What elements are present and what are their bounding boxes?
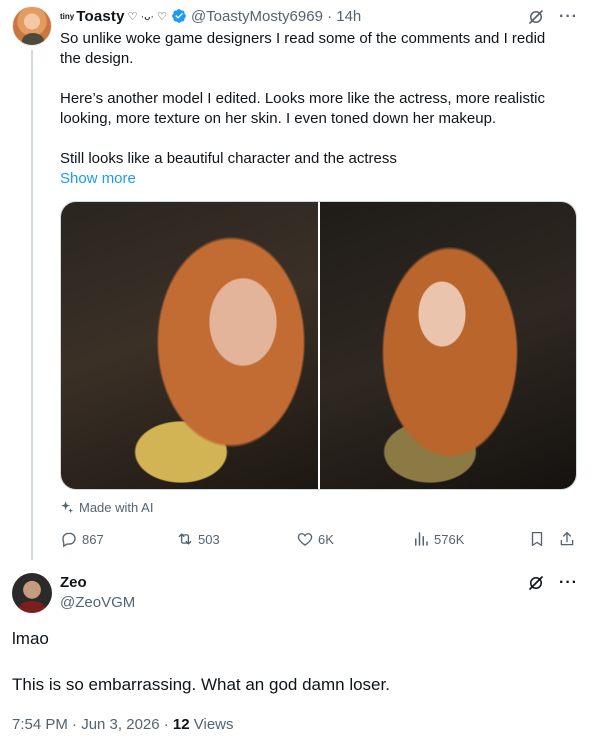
tweet-paragraph: So unlike woke game designers I read som… [60, 30, 546, 67]
reply-paragraph: This is so embarrassing. What an god dam… [12, 675, 390, 694]
reply-author-avatar[interactable] [12, 573, 52, 613]
author-avatar[interactable] [12, 6, 52, 46]
tweet-actions: 867 503 6K 576K [60, 530, 580, 550]
tweet-paragraph: Still looks like a beautiful character a… [60, 150, 397, 167]
reply-paragraph: lmao [12, 629, 49, 648]
repost-button[interactable]: 503 [176, 530, 220, 548]
media-image-edited[interactable] [319, 202, 576, 489]
tweet-top-actions: ··· [527, 8, 578, 26]
media-image-original[interactable] [61, 202, 318, 489]
reply-top-actions: ··· [527, 574, 578, 592]
share-icon [560, 531, 574, 546]
grok-icon[interactable] [527, 8, 545, 26]
tweet-paragraph: Here’s another model I edited. Looks mor… [60, 90, 545, 127]
name-decoration: ♡ ·ᴗ· ♡ [127, 10, 167, 23]
repost-count: 503 [198, 531, 220, 547]
name-prefix: tiny [60, 11, 75, 21]
more-options-icon[interactable]: ··· [559, 9, 578, 25]
like-count: 6K [318, 531, 334, 547]
thread-line [31, 50, 33, 560]
grok-icon[interactable] [527, 574, 545, 592]
repost-icon [178, 533, 192, 545]
reply-button[interactable]: 867 [60, 530, 104, 548]
reply-author-display-name[interactable]: Zeo [60, 574, 87, 591]
like-button[interactable]: 6K [296, 530, 334, 548]
separator-dot: · [322, 7, 337, 25]
views-button[interactable]: 576K [412, 530, 464, 548]
more-options-icon[interactable]: ··· [559, 575, 578, 591]
share-button[interactable] [558, 530, 576, 548]
show-more-link[interactable]: Show more [60, 169, 570, 189]
reply-count: 867 [82, 531, 104, 547]
heart-icon [297, 533, 313, 546]
reply-timestamp[interactable]: 7:54 PM · Jun 3, 2026 · [12, 716, 173, 733]
tweet-text: So unlike woke game designers I read som… [60, 29, 570, 189]
views-count: 576K [434, 531, 465, 547]
verified-badge-icon [172, 9, 186, 23]
tweet-time[interactable]: 14h [336, 8, 361, 25]
author-display-name[interactable]: Toasty [76, 8, 124, 25]
reply-views-count: 12 [172, 716, 190, 733]
views-icon [415, 532, 428, 546]
bookmark-button[interactable] [528, 530, 546, 548]
made-with-ai-label[interactable]: Made with AI [60, 500, 153, 515]
reply-views-label: Views [189, 716, 234, 733]
tweet-header: tiny Toasty ♡ ·ᴗ· ♡ @ToastyMosty6969 · 1… [60, 6, 361, 26]
bookmark-icon [531, 531, 543, 547]
reply-icon [62, 532, 76, 548]
author-handle[interactable]: @ToastyMosty6969 [191, 8, 323, 25]
tweet-media [60, 201, 577, 490]
made-with-ai-text: Made with AI [79, 500, 154, 515]
reply-meta: 7:54 PM · Jun 3, 2026 · 12 Views [12, 716, 234, 733]
reply-text: lmao This is so embarrassing. What an go… [12, 628, 390, 696]
sparkle-icon [61, 501, 74, 514]
reply-author-handle[interactable]: @ZeoVGM [60, 594, 135, 611]
